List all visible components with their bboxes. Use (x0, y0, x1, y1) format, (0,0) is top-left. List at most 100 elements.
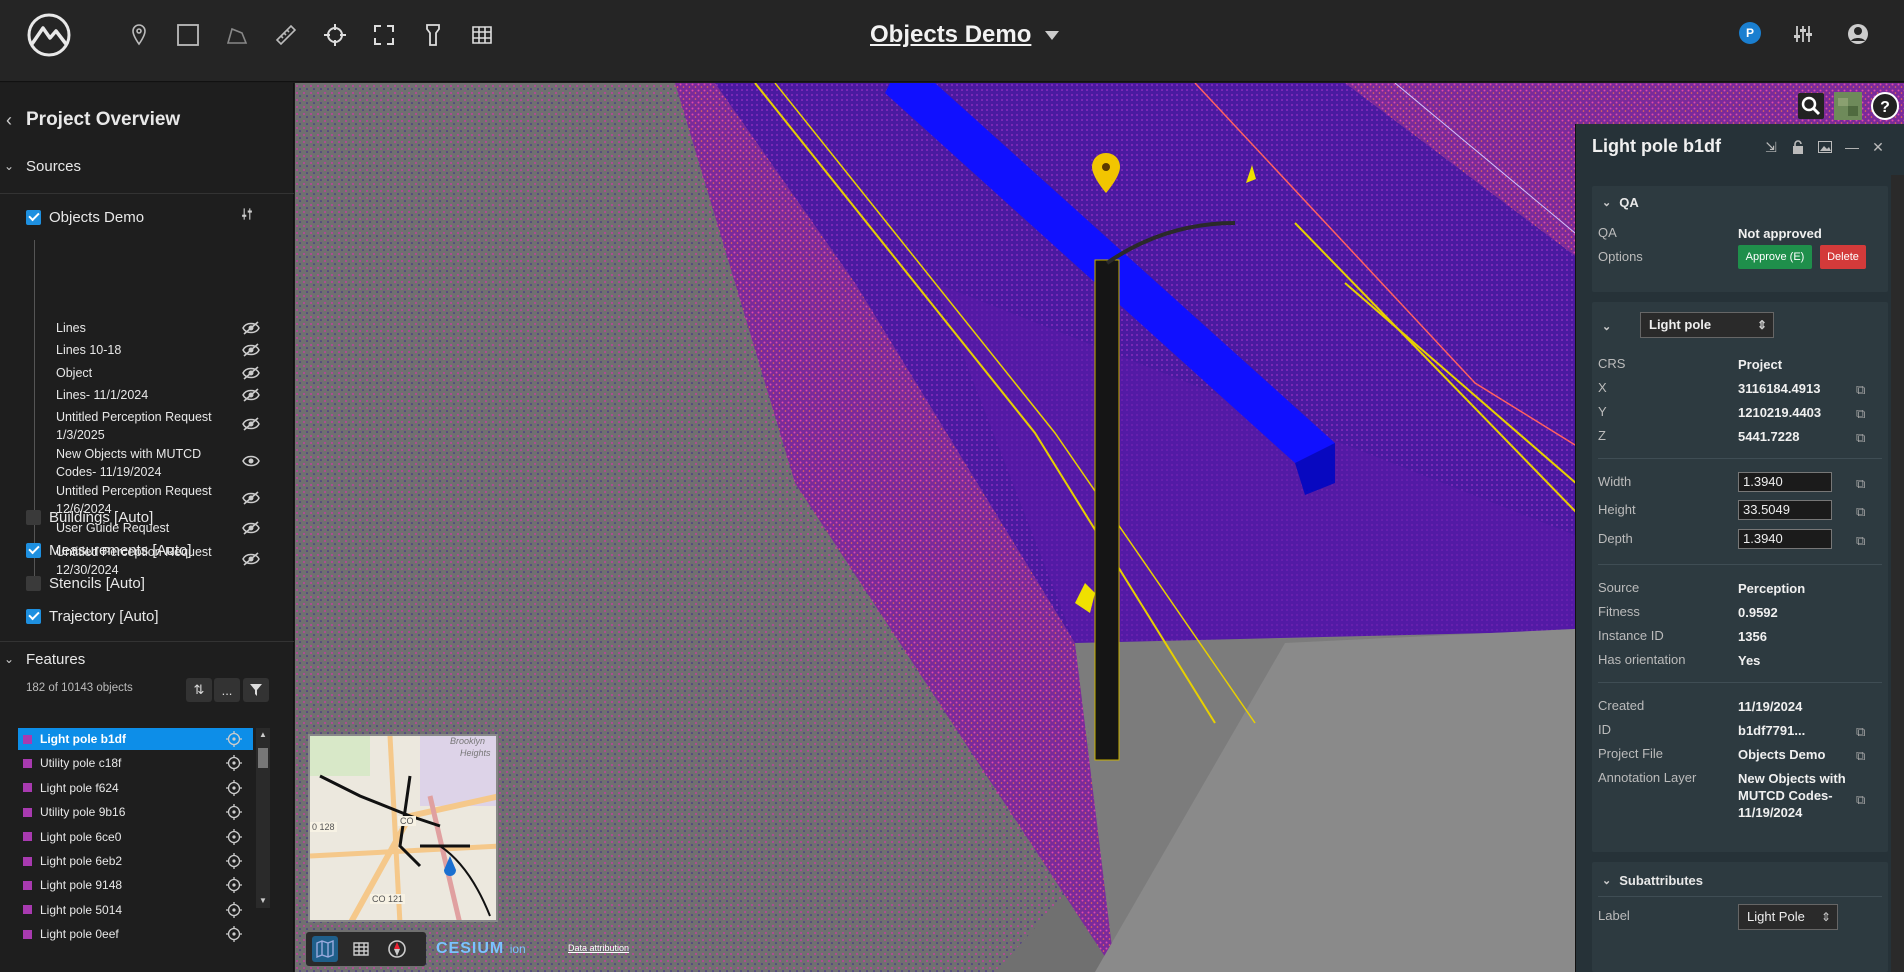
feature-list-item[interactable]: Light pole b1df (18, 728, 253, 750)
layer-item[interactable]: Lines- 11/1/2024 (56, 386, 256, 404)
sliders-icon[interactable] (1789, 20, 1817, 48)
eye-off-icon[interactable] (242, 388, 260, 402)
more-button[interactable]: ... (214, 678, 240, 702)
scrollbar-thumb[interactable] (258, 748, 268, 768)
eye-off-icon[interactable] (242, 521, 260, 535)
app-logo-icon[interactable] (26, 12, 72, 58)
locate-icon[interactable] (226, 901, 242, 918)
chevron-down-icon[interactable] (1045, 30, 1060, 40)
transform-icon[interactable]: ⇲ (1762, 138, 1780, 156)
delete-button[interactable]: Delete (1820, 245, 1866, 269)
search-icon[interactable] (1797, 92, 1825, 120)
locate-icon[interactable] (226, 779, 242, 796)
width-input[interactable]: 1.3940 (1738, 472, 1832, 492)
feature-list-item[interactable]: Light pole 5014 (18, 899, 253, 921)
fullscreen-icon[interactable] (369, 20, 399, 50)
copy-icon[interactable]: ⧉ (1856, 533, 1870, 548)
open-icon[interactable]: ⧉ (1856, 792, 1870, 807)
feature-list-item[interactable]: Light pole 6ce0 (18, 826, 253, 848)
grid-view-icon[interactable] (348, 936, 374, 962)
ruler-icon[interactable] (271, 20, 301, 50)
eye-off-icon[interactable] (242, 321, 260, 335)
locate-icon[interactable] (226, 804, 242, 821)
feature-list-item[interactable]: Light pole 9148 (18, 874, 253, 896)
source-checkbox[interactable] (26, 509, 41, 525)
layer-item[interactable]: Lines 10-18 (56, 341, 256, 359)
source-checkbox[interactable] (26, 209, 41, 225)
user-avatar[interactable]: P (1739, 22, 1761, 44)
polyline-icon[interactable] (222, 20, 252, 50)
flashlight-icon[interactable] (418, 20, 448, 50)
locate-icon[interactable] (226, 926, 242, 943)
eye-off-icon[interactable] (242, 366, 260, 380)
sort-icon[interactable]: ⇅ (186, 678, 212, 702)
approve-button[interactable]: Approve (E) (1738, 245, 1812, 269)
rectangle-icon[interactable] (173, 20, 203, 50)
locate-icon[interactable] (226, 731, 242, 747)
minimap[interactable]: Brooklyn Heights CO 0 128 CO 121 (308, 734, 498, 922)
image-icon[interactable] (1816, 138, 1834, 156)
source-checkbox[interactable] (26, 575, 41, 591)
locate-icon[interactable] (226, 877, 242, 894)
layer-item[interactable]: Object (56, 364, 256, 382)
source-checkbox[interactable] (26, 542, 41, 558)
eye-off-icon[interactable] (242, 417, 260, 431)
source-stencils[interactable]: Stencils [Auto] (26, 572, 145, 594)
scroll-up-icon[interactable]: ▲ (259, 730, 267, 739)
locate-icon[interactable] (226, 755, 242, 772)
locate-icon[interactable] (226, 828, 242, 845)
features-scrollbar[interactable]: ▲ ▼ (256, 728, 270, 908)
cesium-logo[interactable]: CESIUM ion (436, 940, 526, 958)
eye-off-icon[interactable] (242, 491, 260, 505)
feature-list-item[interactable]: Light pole 0eef (18, 923, 253, 945)
features-section-toggle[interactable]: ⌄ Features (0, 644, 294, 674)
copy-icon[interactable]: ⧉ (1856, 504, 1870, 519)
eye-off-icon[interactable] (242, 552, 260, 566)
copy-icon[interactable]: ⧉ (1856, 430, 1870, 445)
open-icon[interactable]: ⧉ (1856, 748, 1870, 763)
scroll-down-icon[interactable]: ▼ (259, 896, 267, 905)
copy-icon[interactable]: ⧉ (1856, 382, 1870, 397)
layer-item[interactable]: New Objects with MUTCD Codes- 11/19/2024 (56, 445, 256, 481)
back-chevron-icon[interactable]: ‹ (6, 110, 20, 131)
help-icon[interactable]: ? (1871, 92, 1899, 120)
panel-scrollbar[interactable] (1891, 175, 1904, 972)
basemap-picker-icon[interactable] (1834, 92, 1862, 120)
source-trajectory[interactable]: Trajectory [Auto] (26, 605, 158, 627)
lock-icon[interactable] (1789, 138, 1807, 156)
location-marker-icon[interactable] (1092, 153, 1120, 193)
locate-icon[interactable] (226, 853, 242, 869)
copy-icon[interactable]: ⧉ (1856, 476, 1870, 491)
label-select[interactable]: Light Pole (1738, 904, 1838, 930)
chevron-down-icon[interactable]: ⌄ (1602, 320, 1611, 333)
subattributes-section-toggle[interactable]: ⌄ Subattributes (1602, 868, 1703, 892)
height-input[interactable]: 33.5049 (1738, 500, 1832, 520)
pin-icon[interactable] (124, 20, 154, 50)
qa-section-toggle[interactable]: ⌄ QA (1602, 190, 1639, 214)
source-objects-demo[interactable]: Objects Demo (26, 206, 144, 228)
layer-item[interactable]: Lines (56, 319, 256, 337)
source-checkbox[interactable] (26, 608, 41, 624)
source-settings-icon[interactable] (238, 207, 258, 227)
sources-section-toggle[interactable]: ⌄ Sources (0, 151, 294, 181)
crosshair-icon[interactable] (320, 20, 350, 50)
class-select[interactable]: Light pole (1640, 312, 1774, 338)
close-icon[interactable]: ✕ (1869, 138, 1887, 156)
grid-icon[interactable] (467, 20, 497, 50)
eye-off-icon[interactable] (242, 343, 260, 357)
source-measurements[interactable]: Measurements [Auto] (26, 539, 192, 561)
minimize-icon[interactable]: — (1843, 138, 1861, 156)
project-title-menu[interactable]: Objects Demo (870, 18, 1060, 52)
compass-icon[interactable] (384, 936, 410, 962)
layer-item[interactable]: Untitled Perception Request 1/3/2025 (56, 408, 256, 444)
user-icon[interactable] (1844, 20, 1872, 48)
eye-icon[interactable] (242, 454, 260, 468)
data-attribution-link[interactable]: Data attribution (568, 943, 629, 953)
source-buildings[interactable]: Buildings [Auto] (26, 506, 153, 528)
map-view-icon[interactable] (312, 936, 338, 962)
feature-list-item[interactable]: Utility pole c18f (18, 752, 253, 774)
feature-list-item[interactable]: Light pole f624 (18, 777, 253, 799)
feature-list-item[interactable]: Light pole 6eb2 (18, 850, 253, 872)
copy-icon[interactable]: ⧉ (1856, 724, 1870, 739)
feature-list-item[interactable]: Utility pole 9b16 (18, 801, 253, 823)
